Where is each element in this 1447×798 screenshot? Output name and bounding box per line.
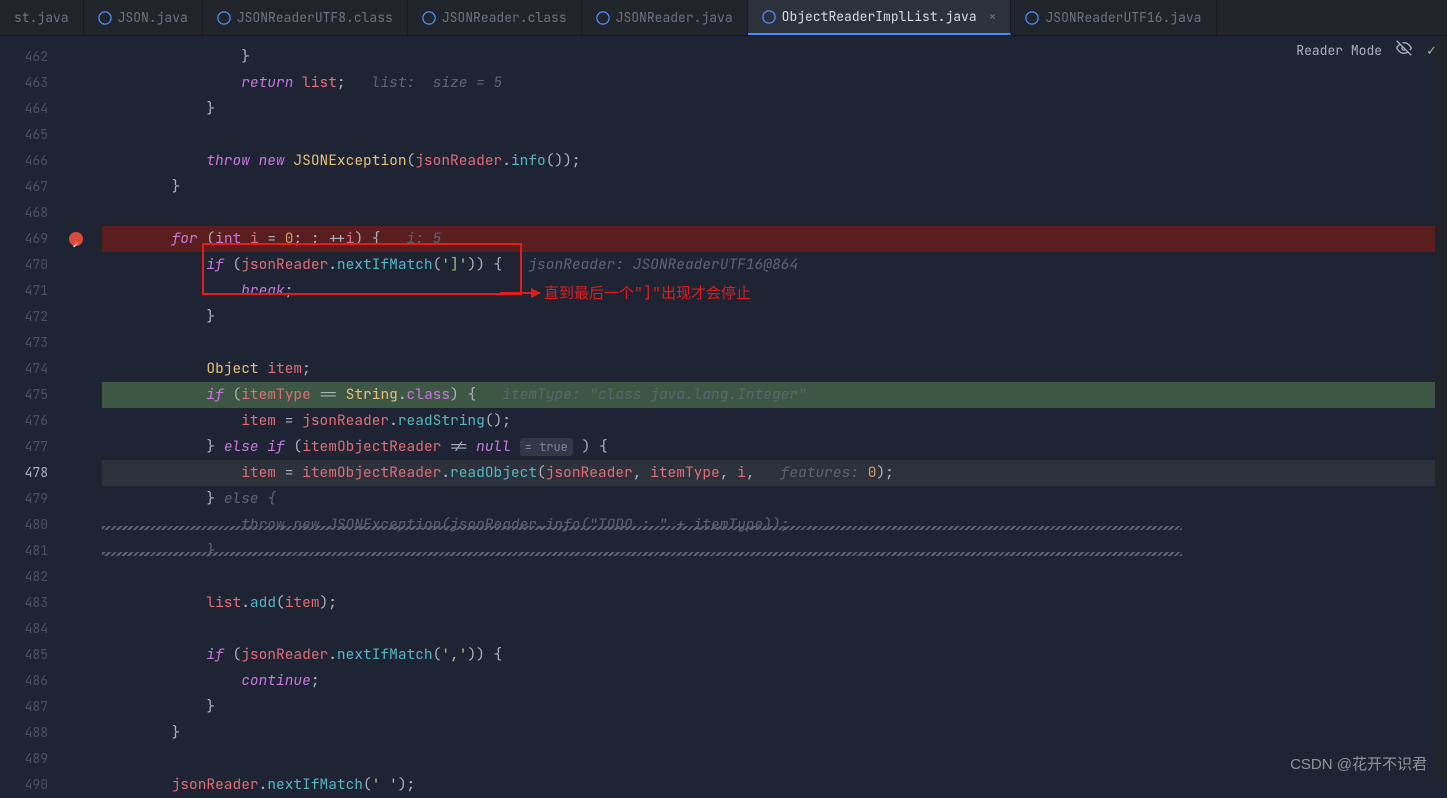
visibility-off-icon[interactable] [1396, 40, 1412, 60]
java-icon [217, 11, 231, 25]
tab-jsonreader-java[interactable]: JSONReader.java [582, 0, 748, 35]
editor[interactable]: 462 463 464 465 466 467 468 469 470 471 … [0, 36, 1447, 782]
annotation-arrow: 直到最后一个"]"出现才会停止 [500, 282, 751, 303]
tab-jsonreaderutf16[interactable]: JSONReaderUTF16.java [1011, 0, 1216, 35]
breakpoint-gutter[interactable] [50, 36, 102, 782]
tab-jsonreader-class[interactable]: JSONReader.class [408, 0, 582, 35]
tab-st-java[interactable]: st.java [0, 0, 84, 35]
tab-objectreaderimpllist[interactable]: ObjectReaderImplList.java × [748, 0, 1012, 35]
editor-tabs: st.java JSON.java JSONReaderUTF8.class J… [0, 0, 1447, 36]
close-icon[interactable]: × [989, 8, 997, 25]
java-icon [98, 11, 112, 25]
reader-mode-label[interactable]: Reader Mode [1296, 42, 1382, 59]
java-icon [762, 10, 776, 24]
editor-toolbar: Reader Mode ✓ [1296, 40, 1437, 60]
code-content[interactable]: } return list; list: size = 5 } throw ne… [102, 36, 1447, 782]
tab-jsonreaderutf8[interactable]: JSONReaderUTF8.class [203, 0, 408, 35]
java-icon [422, 11, 436, 25]
squiggle-underline [102, 552, 1182, 556]
breakpoint-icon[interactable] [69, 232, 83, 246]
line-number-gutter: 462 463 464 465 466 467 468 469 470 471 … [0, 36, 50, 782]
tab-json-java[interactable]: JSON.java [84, 0, 203, 35]
java-icon [1025, 11, 1039, 25]
watermark: CSDN @花开不识君 [1290, 753, 1427, 774]
vertical-scrollbar[interactable] [1435, 36, 1447, 782]
squiggle-underline [102, 526, 1182, 530]
annotation-text: 直到最后一个"]"出现才会停止 [544, 282, 751, 303]
java-icon [596, 11, 610, 25]
check-icon[interactable]: ✓ [1426, 42, 1437, 59]
